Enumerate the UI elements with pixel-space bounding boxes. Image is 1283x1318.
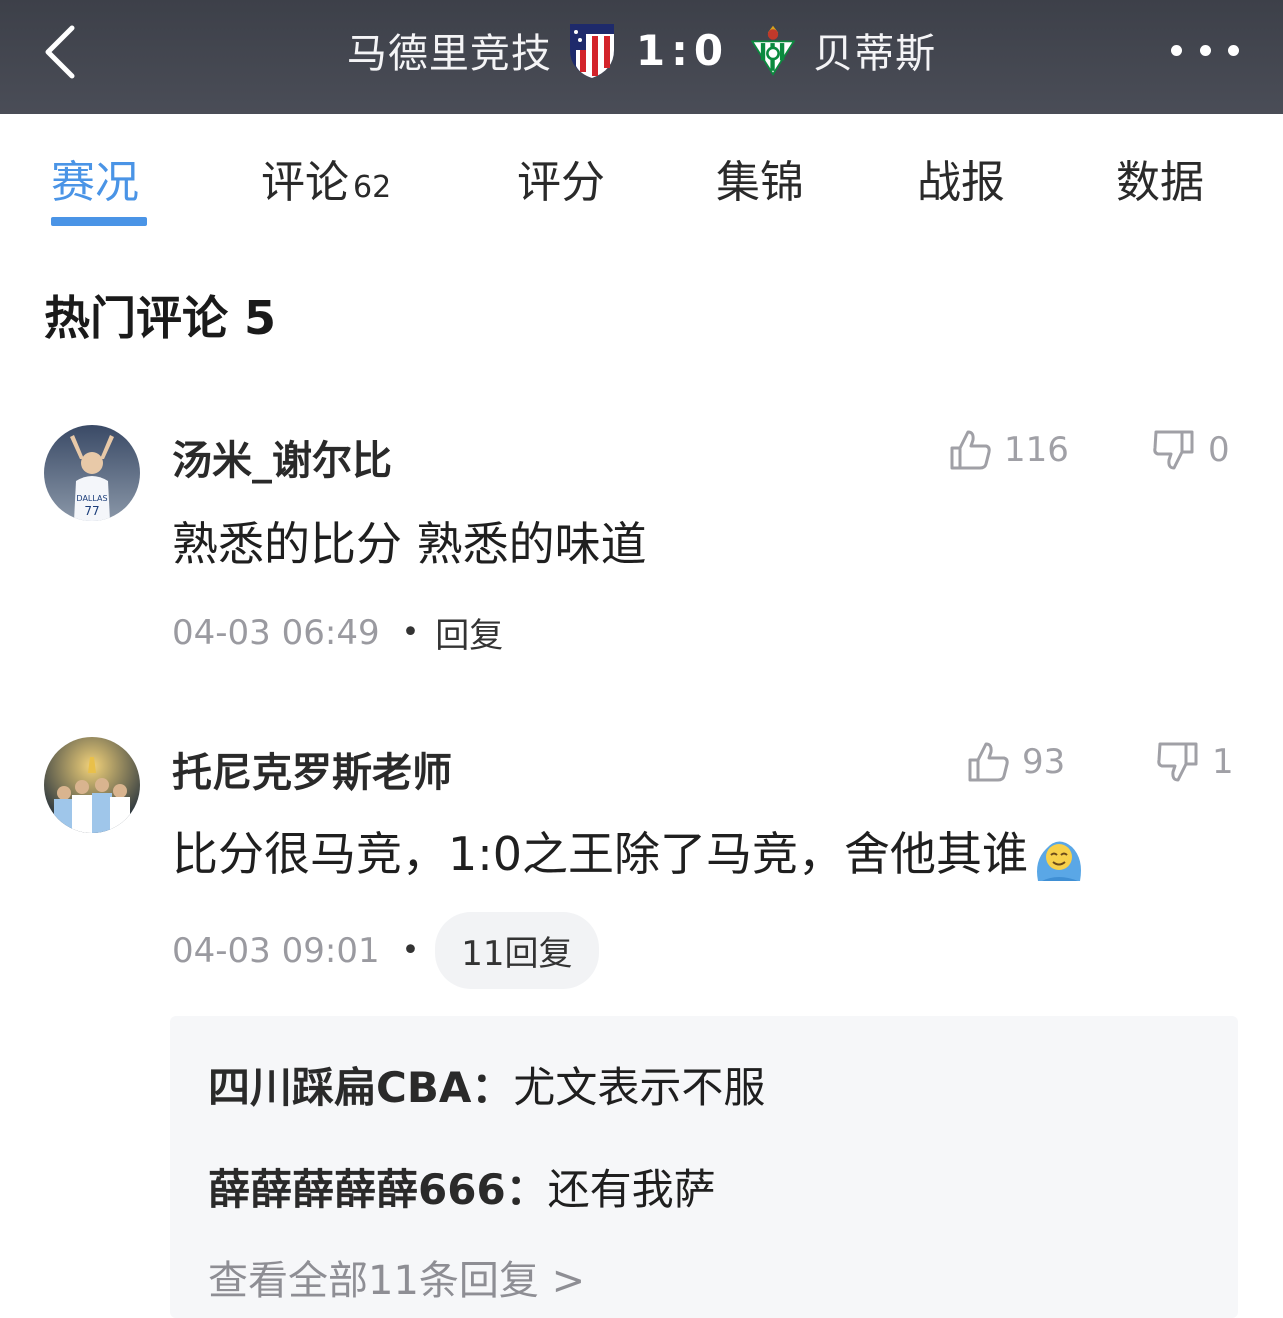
view-all-replies-link[interactable]: 查看全部11条回复 > — [208, 1248, 585, 1306]
match-title: 马德里竞技 1:0 贝蒂斯 — [0, 0, 1283, 100]
tab-stats[interactable]: 数据 — [1116, 146, 1204, 210]
more-dot — [1228, 44, 1239, 56]
tab-label: 评分 — [517, 157, 605, 208]
like-count: 93 — [1022, 742, 1066, 782]
dislike-count: 0 — [1208, 430, 1230, 470]
comment-username[interactable]: 汤米_谢尔比 — [172, 428, 392, 486]
comment-text-row: 比分很马竞，1:0之王除了马竞，舍他其谁 — [172, 818, 1086, 885]
dislike-button[interactable]: 1 — [1156, 740, 1234, 784]
comment-meta: 04-03 09:01 • 11回复 — [172, 912, 599, 989]
thumbs-down-icon — [1157, 742, 1198, 782]
comment-text: 熟悉的比分 熟悉的味道 — [172, 517, 647, 571]
avatar-image: DALLAS 77 — [44, 425, 140, 521]
comment-text: 比分很马竞，1:0之王除了马竞，舍他其谁 — [172, 827, 1029, 881]
tab-comments[interactable]: 评论 62 — [261, 146, 391, 210]
tab-label: 战报 — [917, 157, 1005, 208]
comment-count: 62 — [353, 170, 392, 205]
reply-text: 还有我萨 — [547, 1165, 716, 1214]
replies-preview[interactable]: 四川踩扁CBA：尤文表示不服 薛薛薛薛薛666：还有我萨 查看全部11条回复 > — [170, 1016, 1238, 1318]
svg-text:DALLAS: DALLAS — [76, 494, 107, 503]
reply-button[interactable]: 回复 — [435, 608, 503, 657]
home-team-name: 马德里竞技 — [346, 31, 552, 77]
like-button[interactable]: 93 — [966, 740, 1065, 784]
thumbs-down-icon — [1153, 430, 1194, 470]
like-count: 116 — [1004, 430, 1069, 470]
tab-label: 赛况 — [51, 157, 139, 208]
tab-label: 数据 — [1116, 157, 1204, 208]
comment-meta: 04-03 06:49 • 回复 — [172, 608, 503, 657]
tab-ratings[interactable]: 评分 — [517, 146, 605, 210]
hot-comments-title: 热门评论 5 — [44, 291, 277, 345]
comment-time: 04-03 06:49 — [172, 612, 380, 653]
reply-username[interactable]: 四川踩扁CBA： — [208, 1063, 513, 1112]
tab-label: 集锦 — [716, 157, 804, 208]
comment-time: 04-03 09:01 — [172, 930, 380, 971]
view-replies-button[interactable]: 11回复 — [435, 912, 599, 989]
atletico-crest-icon[interactable] — [566, 20, 618, 80]
reply-username[interactable]: 薛薛薛薛薛666： — [208, 1165, 548, 1214]
active-tab-indicator — [51, 217, 147, 226]
thumbs-up-icon — [968, 742, 1009, 782]
more-button[interactable] — [1171, 40, 1239, 60]
svg-text:77: 77 — [84, 504, 99, 518]
more-dot — [1199, 44, 1211, 56]
more-dots-icon — [1171, 44, 1182, 56]
comment-username[interactable]: 托尼克罗斯老师 — [172, 740, 452, 798]
tab-highlights[interactable]: 集锦 — [716, 146, 804, 210]
reply-item[interactable]: 四川踩扁CBA：尤文表示不服 — [208, 1054, 765, 1115]
betis-crest-icon[interactable] — [747, 20, 799, 80]
separator-dot: • — [401, 933, 420, 968]
separator-dot: • — [401, 615, 420, 650]
reply-text: 尤文表示不服 — [513, 1063, 766, 1112]
reply-item[interactable]: 薛薛薛薛薛666：还有我萨 — [208, 1156, 716, 1217]
tab-bar: 赛况 评论 62 评分 集锦 战报 数据 — [0, 114, 1283, 234]
avatar[interactable]: DALLAS 77 — [44, 425, 140, 521]
match-header: 马德里竞技 1:0 贝蒂斯 — [0, 0, 1283, 114]
dislike-button[interactable]: 0 — [1152, 428, 1230, 472]
avatar[interactable] — [44, 737, 140, 833]
thumbs-up-icon — [950, 430, 991, 470]
smug-emoji-icon — [1037, 840, 1082, 881]
dislike-count: 1 — [1212, 742, 1234, 782]
tab-label: 评论 — [261, 157, 349, 208]
match-score: 1:0 — [635, 25, 730, 75]
away-team-name: 贝蒂斯 — [813, 31, 937, 77]
tab-report[interactable]: 战报 — [917, 146, 1005, 210]
tab-game-status[interactable]: 赛况 — [51, 146, 139, 210]
like-button[interactable]: 116 — [948, 428, 1069, 472]
avatar-image — [44, 737, 140, 833]
